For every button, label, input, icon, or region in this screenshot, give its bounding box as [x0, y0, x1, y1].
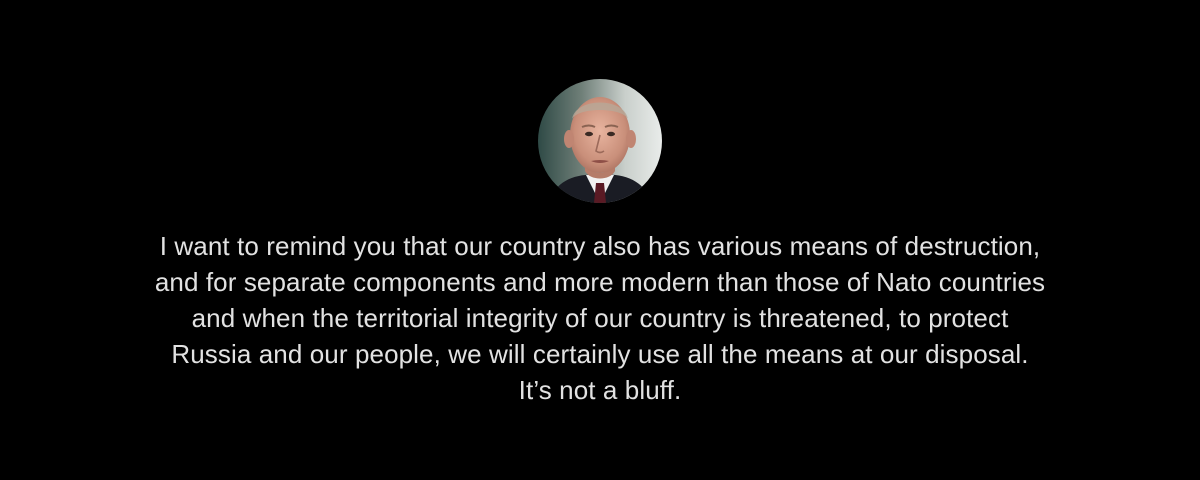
quote-line: Russia and our people, we will certainly…: [171, 339, 1029, 369]
quote-card: I want to remind you that our country al…: [0, 0, 1200, 480]
speaker-avatar: [538, 79, 662, 203]
quote-line: It’s not a bluff.: [518, 375, 682, 405]
quote-line: I want to remind you that our country al…: [159, 231, 1041, 261]
quote-text: I want to remind you that our country al…: [60, 228, 1140, 408]
quote-line: and for separate components and more mod…: [154, 267, 1046, 297]
quote-line: and when the territorial integrity of ou…: [191, 303, 1009, 333]
